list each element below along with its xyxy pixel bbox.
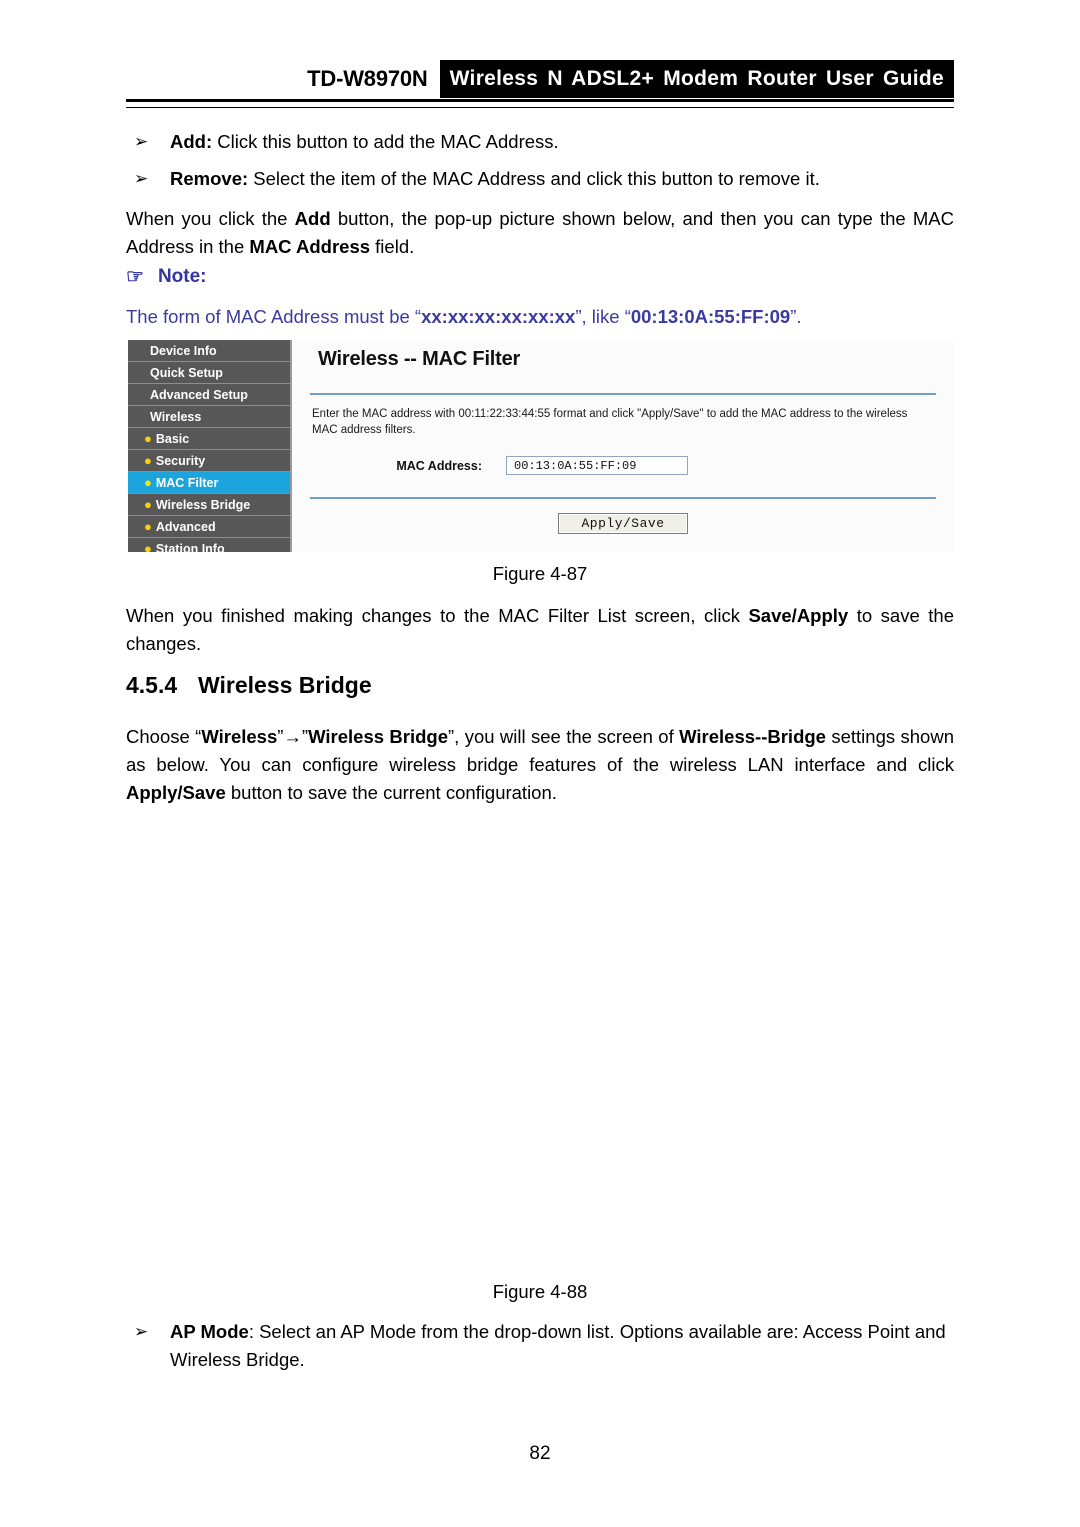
sidebar-item-mac-filter[interactable]: ● MAC Filter <box>128 472 290 494</box>
para-save-part1: When you finished making changes to the … <box>126 605 749 626</box>
para-add-part1: When you click the <box>126 208 295 229</box>
sidebar-item-wireless-bridge[interactable]: ● Wireless Bridge <box>128 494 290 516</box>
header-guide-title: Wireless N ADSL2+ Modem Router User Guid… <box>439 60 954 98</box>
para-add-bold-add: Add <box>294 208 331 229</box>
panel-description: Enter the MAC address with 00:11:22:33:4… <box>312 408 908 436</box>
figure-4-87-caption: Figure 4-87 <box>492 563 588 584</box>
sidebar-label: Station Info <box>155 541 225 553</box>
bullet-dot-icon: ● <box>144 453 152 468</box>
bullet-add: ➢ Add: Click this button to add the MAC … <box>126 128 954 156</box>
sidebar-item-advanced-setup[interactable]: Advanced Setup <box>128 384 290 406</box>
arrow-bullet-icon: ➢ <box>134 169 149 188</box>
apply-save-button[interactable]: Apply/Save <box>558 513 688 534</box>
page-number: 82 <box>529 1443 551 1464</box>
sidebar-label: MAC Filter <box>155 475 219 490</box>
section-number: 4.5.4 <box>126 672 178 698</box>
note-text-part2: ”, like “ <box>575 306 631 327</box>
header-divider-rule <box>126 99 954 108</box>
bullet-ap-mode-text: AP Mode: Select an AP Mode from the drop… <box>170 1318 954 1374</box>
bullet-add-text: Add: Click this button to add the MAC Ad… <box>170 128 954 156</box>
note-body: The form of MAC Address must be “xx:xx:x… <box>126 303 954 330</box>
paragraph-add-popup: When you click the Add button, the pop-u… <box>126 205 954 261</box>
router-main-panel: Wireless -- MAC Filter Enter the MAC add… <box>292 340 954 552</box>
bullet-ap-mode: ➢ AP Mode: Select an AP Mode from the dr… <box>126 1318 954 1374</box>
sidebar-item-security[interactable]: ● Security <box>128 450 290 472</box>
mac-address-field-row: MAC Address: 00:13:0A:55:FF:09 <box>310 438 936 475</box>
document-page: TD-W8970N Wireless N ADSL2+ Modem Router… <box>0 0 1080 1527</box>
sidebar-label: Device Info <box>150 343 217 358</box>
bullet-remove-text: Remove: Select the item of the MAC Addre… <box>170 165 954 193</box>
sidebar-label: Advanced <box>155 519 216 534</box>
bullet-remove-term: Remove: <box>170 168 249 189</box>
bullet-dot-icon: ● <box>144 431 152 446</box>
sidebar-item-device-info[interactable]: Device Info <box>128 340 290 362</box>
para-add-part3: field. <box>370 236 415 257</box>
section-heading-4-5-4: 4.5.4 Wireless Bridge <box>126 672 372 699</box>
bullet-ap-mode-desc: : Select an AP Mode from the drop-down l… <box>170 1321 946 1370</box>
arrow-bullet-icon: ➢ <box>134 1322 149 1341</box>
bullet-dot-icon: ● <box>144 541 152 552</box>
sidebar-label: Advanced Setup <box>150 387 248 402</box>
sidebar-item-basic[interactable]: ● Basic <box>128 428 290 450</box>
para-save-bold: Save/Apply <box>748 605 849 626</box>
sidebar-label: Basic <box>155 431 190 446</box>
note-heading: ☞ Note: <box>126 266 207 288</box>
sidebar-item-advanced[interactable]: ● Advanced <box>128 516 290 538</box>
para-bridge-bold-wireless-bridge: Wireless Bridge <box>308 726 449 747</box>
sidebar-item-quick-setup[interactable]: Quick Setup <box>128 362 290 384</box>
sidebar-label: Quick Setup <box>150 365 223 380</box>
bullet-add-term: Add: <box>170 131 213 152</box>
header-model-name: TD-W8970N <box>307 66 428 91</box>
arrow-bullet-icon: ➢ <box>134 132 149 151</box>
para-bridge-part2: ”→” <box>277 726 309 747</box>
bullet-ap-mode-term: AP Mode <box>170 1321 249 1342</box>
para-bridge-bold-settings: Wireless--Bridge <box>679 726 826 747</box>
sidebar-label: Security <box>155 453 206 468</box>
para-bridge-bold-wireless: Wireless <box>201 726 278 747</box>
bullet-add-desc: Click this button to add the MAC Address… <box>212 131 559 152</box>
sidebar-item-wireless[interactable]: Wireless <box>128 406 290 428</box>
para-bridge-bold-applysave: Apply/Save <box>126 782 226 803</box>
section-title: Wireless Bridge <box>198 672 372 698</box>
para-bridge-part1: Choose “ <box>126 726 202 747</box>
note-mac-format: xx:xx:xx:xx:xx:xx <box>421 306 576 327</box>
para-bridge-part5: button to save the current configuration… <box>225 782 557 803</box>
note-text-part1: The form of MAC Address must be “ <box>126 306 422 327</box>
bullet-dot-icon: ● <box>144 497 152 512</box>
paragraph-save-apply: When you finished making changes to the … <box>126 602 954 658</box>
panel-title: Wireless -- MAC Filter <box>318 348 521 370</box>
figure-4-88-caption: Figure 4-88 <box>492 1281 588 1302</box>
sidebar-label: Wireless Bridge <box>155 497 251 512</box>
note-label: Note: <box>157 266 207 287</box>
router-sidebar-menu: Device Info Quick Setup Advanced Setup W… <box>128 340 292 552</box>
figure-4-87-image: Device Info Quick Setup Advanced Setup W… <box>128 340 954 552</box>
paragraph-wireless-bridge-intro: Choose “Wireless”→”Wireless Bridge”, you… <box>126 723 954 807</box>
para-add-bold-macaddress: MAC Address <box>249 236 371 257</box>
bullet-dot-icon: ● <box>144 475 152 490</box>
bullet-remove-desc: Select the item of the MAC Address and c… <box>248 168 820 189</box>
mac-address-label: MAC Address: <box>396 458 482 473</box>
sidebar-label: Wireless <box>150 409 202 424</box>
running-header: TD-W8970N Wireless N ADSL2+ Modem Router… <box>126 60 954 100</box>
para-bridge-part3: ”, you will see the screen of <box>448 726 680 747</box>
pointing-hand-icon: ☞ <box>126 266 144 288</box>
bullet-dot-icon: ● <box>144 519 152 534</box>
figure-4-88-image <box>126 815 954 1270</box>
bullet-remove: ➢ Remove: Select the item of the MAC Add… <box>126 165 954 193</box>
sidebar-item-station-info[interactable]: ● Station Info <box>128 538 290 552</box>
note-text-part3: ”. <box>790 306 802 327</box>
mac-address-input[interactable]: 00:13:0A:55:FF:09 <box>506 456 688 475</box>
note-mac-example: 00:13:0A:55:FF:09 <box>630 306 791 327</box>
